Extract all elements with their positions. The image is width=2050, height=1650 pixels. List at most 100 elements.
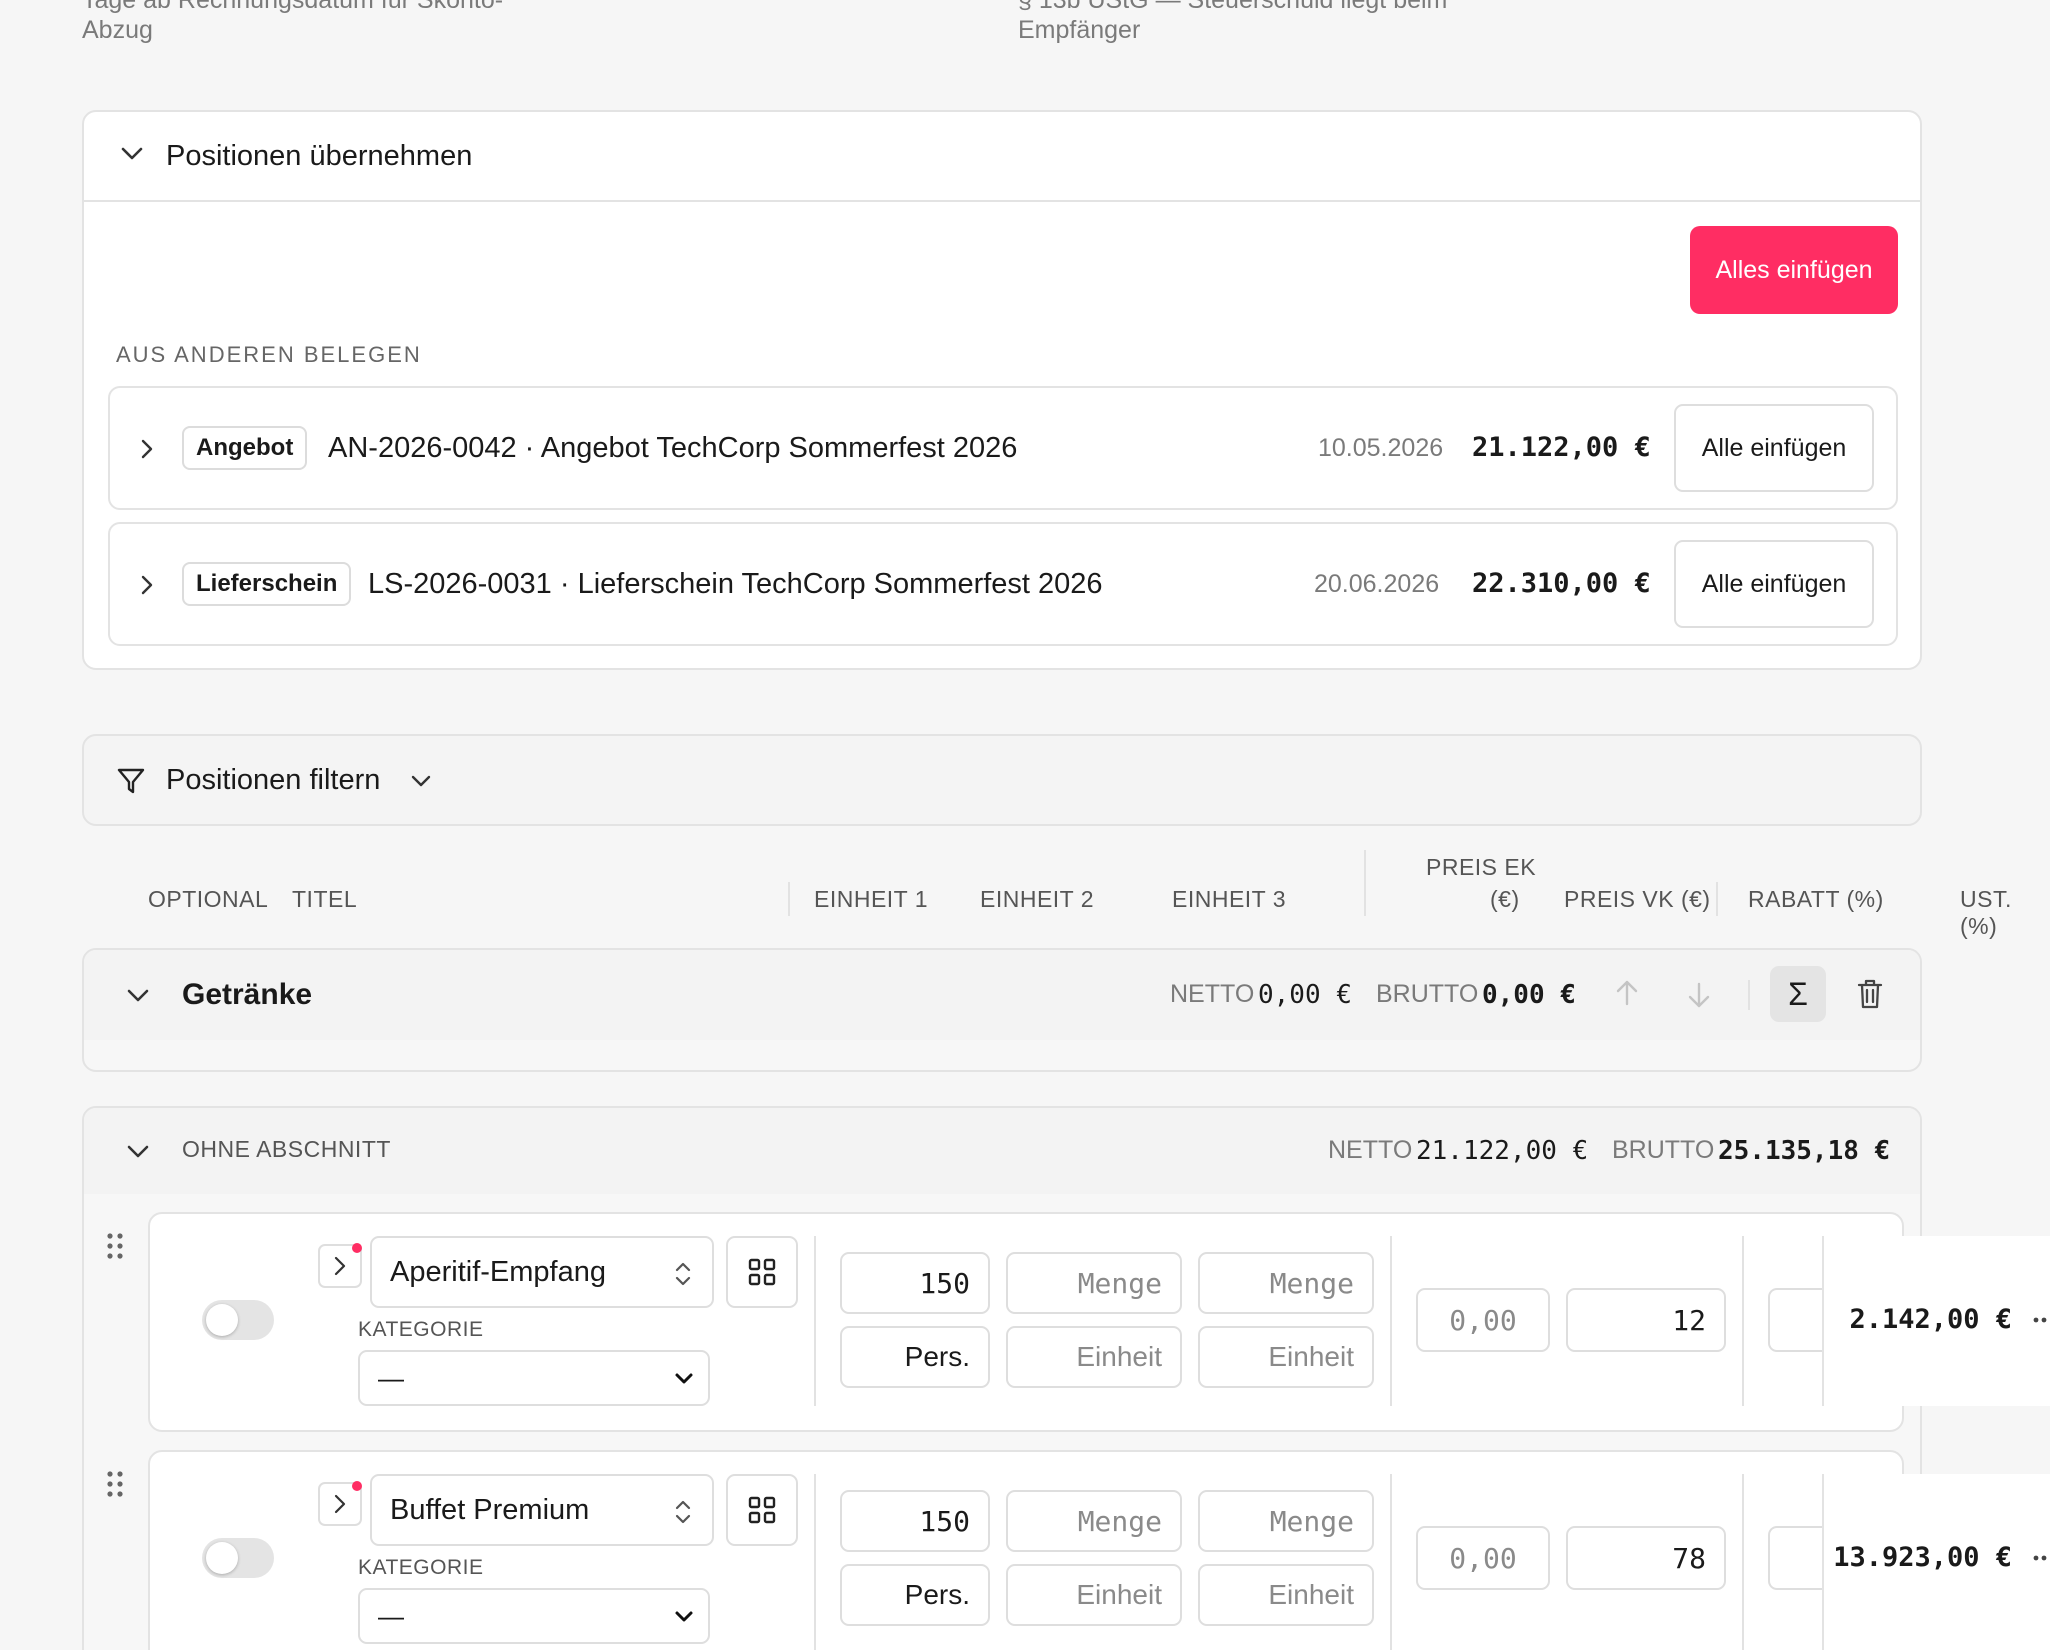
sort-icon (675, 1500, 691, 1524)
quantity-1-input[interactable]: 150 (840, 1252, 990, 1314)
chevron-down-icon[interactable] (126, 988, 150, 1004)
chevron-down-icon (675, 1373, 693, 1384)
arrow-down-icon[interactable] (1686, 980, 1712, 1010)
more-icon[interactable] (2032, 1316, 2050, 1324)
column-header-price-ek: PREIS EK (1426, 854, 1537, 880)
arrow-up-icon[interactable] (1614, 978, 1640, 1008)
unit-1-input[interactable]: Pers. (840, 1326, 990, 1388)
optional-toggle[interactable] (202, 1538, 274, 1578)
catalog-button[interactable] (726, 1236, 798, 1308)
document-type-badge: Angebot (182, 426, 308, 470)
document-date: 20.06.2026 (1314, 570, 1440, 598)
category-label: KATEGORIE (358, 1556, 484, 1579)
transfer-positions-panel: Positionen übernehmen Alles einfügen AUS… (82, 110, 1922, 670)
document-date: 10.05.2026 (1318, 434, 1444, 462)
section-netto-value: 21.122,00 € (1416, 1136, 1589, 1166)
drag-handle-icon[interactable] (106, 1470, 124, 1498)
divider (1748, 980, 1750, 1010)
chevron-right-icon (334, 1256, 346, 1276)
quantity-2-input[interactable]: Menge (1006, 1252, 1182, 1314)
price-ek-input[interactable]: 0,00 (1416, 1288, 1550, 1352)
section-netto-label: NETTO (1170, 980, 1255, 1008)
source-document-row[interactable]: Lieferschein LS-2026-0031 · Lieferschein… (108, 522, 1898, 646)
chevron-down-icon (410, 774, 432, 788)
filter-positions-panel[interactable]: Positionen filtern (82, 734, 1922, 826)
column-header-price-ek-unit: (€) (1490, 886, 1520, 912)
discount-input[interactable] (1768, 1526, 1828, 1590)
insert-document-button[interactable]: Alle einfügen (1674, 540, 1874, 628)
section-getraenke: Getränke NETTO 0,00 € BRUTTO 0,00 € Σ (82, 948, 1922, 1072)
sort-icon (675, 1262, 691, 1286)
column-divider (788, 882, 790, 916)
unit-3-input[interactable]: Einheit (1198, 1564, 1374, 1626)
unit-2-input[interactable]: Einheit (1006, 1564, 1182, 1626)
chevron-down-icon (675, 1611, 693, 1622)
discount-input[interactable] (1768, 1288, 1828, 1352)
chevron-right-icon (140, 438, 154, 460)
skonto-hint-line2: Abzug (82, 16, 153, 44)
item-title-input[interactable]: Buffet Premium (370, 1474, 714, 1546)
filter-panel-title: Positionen filtern (166, 764, 381, 796)
price-vk-input[interactable]: 78 (1566, 1526, 1726, 1590)
category-select[interactable]: — (358, 1588, 710, 1644)
insert-all-button[interactable]: Alles einfügen (1690, 226, 1898, 314)
unsaved-indicator (352, 1243, 362, 1253)
section-brutto-value: 0,00 € (1482, 980, 1576, 1010)
column-divider (814, 1236, 816, 1406)
quantity-1-input[interactable]: 150 (840, 1490, 990, 1552)
quantity-2-input[interactable]: Menge (1006, 1490, 1182, 1552)
chevron-down-icon (120, 146, 144, 162)
insert-document-button[interactable]: Alle einfügen (1674, 404, 1874, 492)
unit-3-input[interactable]: Einheit (1198, 1326, 1374, 1388)
more-icon[interactable] (2032, 1554, 2050, 1562)
catalog-button[interactable] (726, 1474, 798, 1546)
sum-toggle-button[interactable]: Σ (1770, 966, 1826, 1022)
quantity-3-input[interactable]: Menge (1198, 1252, 1374, 1314)
section-title: Getränke (182, 978, 313, 1011)
column-divider (1716, 882, 1718, 916)
chevron-right-icon (140, 574, 154, 596)
document-amount: 21.122,00 € (1472, 432, 1651, 463)
section-netto-label: NETTO (1328, 1136, 1413, 1164)
column-header-unit1: EINHEIT 1 (814, 886, 928, 912)
category-label: KATEGORIE (358, 1318, 484, 1341)
section-brutto-label: BRUTTO (1376, 980, 1479, 1008)
source-document-row[interactable]: Angebot AN-2026-0042 · Angebot TechCorp … (108, 386, 1898, 510)
item-title-input[interactable]: Aperitif-Empfang (370, 1236, 714, 1308)
category-value: — (378, 1600, 404, 1631)
optional-toggle[interactable] (202, 1300, 274, 1340)
document-type-badge: Lieferschein (182, 562, 352, 606)
quantity-3-input[interactable]: Menge (1198, 1490, 1374, 1552)
drag-handle-icon[interactable] (106, 1232, 124, 1260)
column-header-optional: OPTIONAL (148, 886, 269, 912)
unit-1-input[interactable]: Pers. (840, 1564, 990, 1626)
price-vk-input[interactable]: 12 (1566, 1288, 1726, 1352)
section-header (84, 950, 1920, 1040)
column-header-discount: RABATT (%) (1748, 886, 1884, 912)
column-divider (1390, 1236, 1392, 1406)
trash-icon[interactable] (1856, 978, 1884, 1010)
category-select[interactable]: — (358, 1350, 710, 1406)
column-divider (814, 1474, 816, 1650)
column-divider (1742, 1236, 1744, 1406)
other-documents-label: AUS ANDEREN BELEGEN (116, 342, 422, 367)
document-amount: 22.310,00 € (1472, 568, 1651, 599)
unit-2-input[interactable]: Einheit (1006, 1326, 1182, 1388)
column-header-title: TITEL (292, 886, 358, 912)
column-header-unit3: EINHEIT 3 (1172, 886, 1286, 912)
section-netto-value: 0,00 € (1258, 980, 1352, 1010)
transfer-panel-header[interactable]: Positionen übernehmen (84, 112, 1920, 202)
chevron-right-icon (334, 1494, 346, 1514)
section-title: OHNE ABSCHNITT (182, 1136, 391, 1162)
column-divider (1742, 1474, 1744, 1650)
section-brutto-value: 25.135,18 € (1718, 1136, 1891, 1166)
reverse-charge-hint-line1: § 13b UStG — Steuerschuld liegt beim (1018, 0, 1448, 14)
reverse-charge-hint-line2: Empfänger (1018, 16, 1141, 44)
skonto-hint-line1: Tage ab Rechnungsdatum für Skonto- (82, 0, 504, 14)
document-title: LS-2026-0031 · Lieferschein TechCorp Som… (368, 568, 1103, 600)
price-ek-input[interactable]: 0,00 (1416, 1526, 1550, 1590)
transfer-panel-title: Positionen übernehmen (166, 140, 473, 172)
chevron-down-icon[interactable] (126, 1144, 150, 1160)
item-title-value: Aperitif-Empfang (390, 1255, 606, 1288)
column-header-vat: UST. (%) (1960, 886, 2012, 939)
